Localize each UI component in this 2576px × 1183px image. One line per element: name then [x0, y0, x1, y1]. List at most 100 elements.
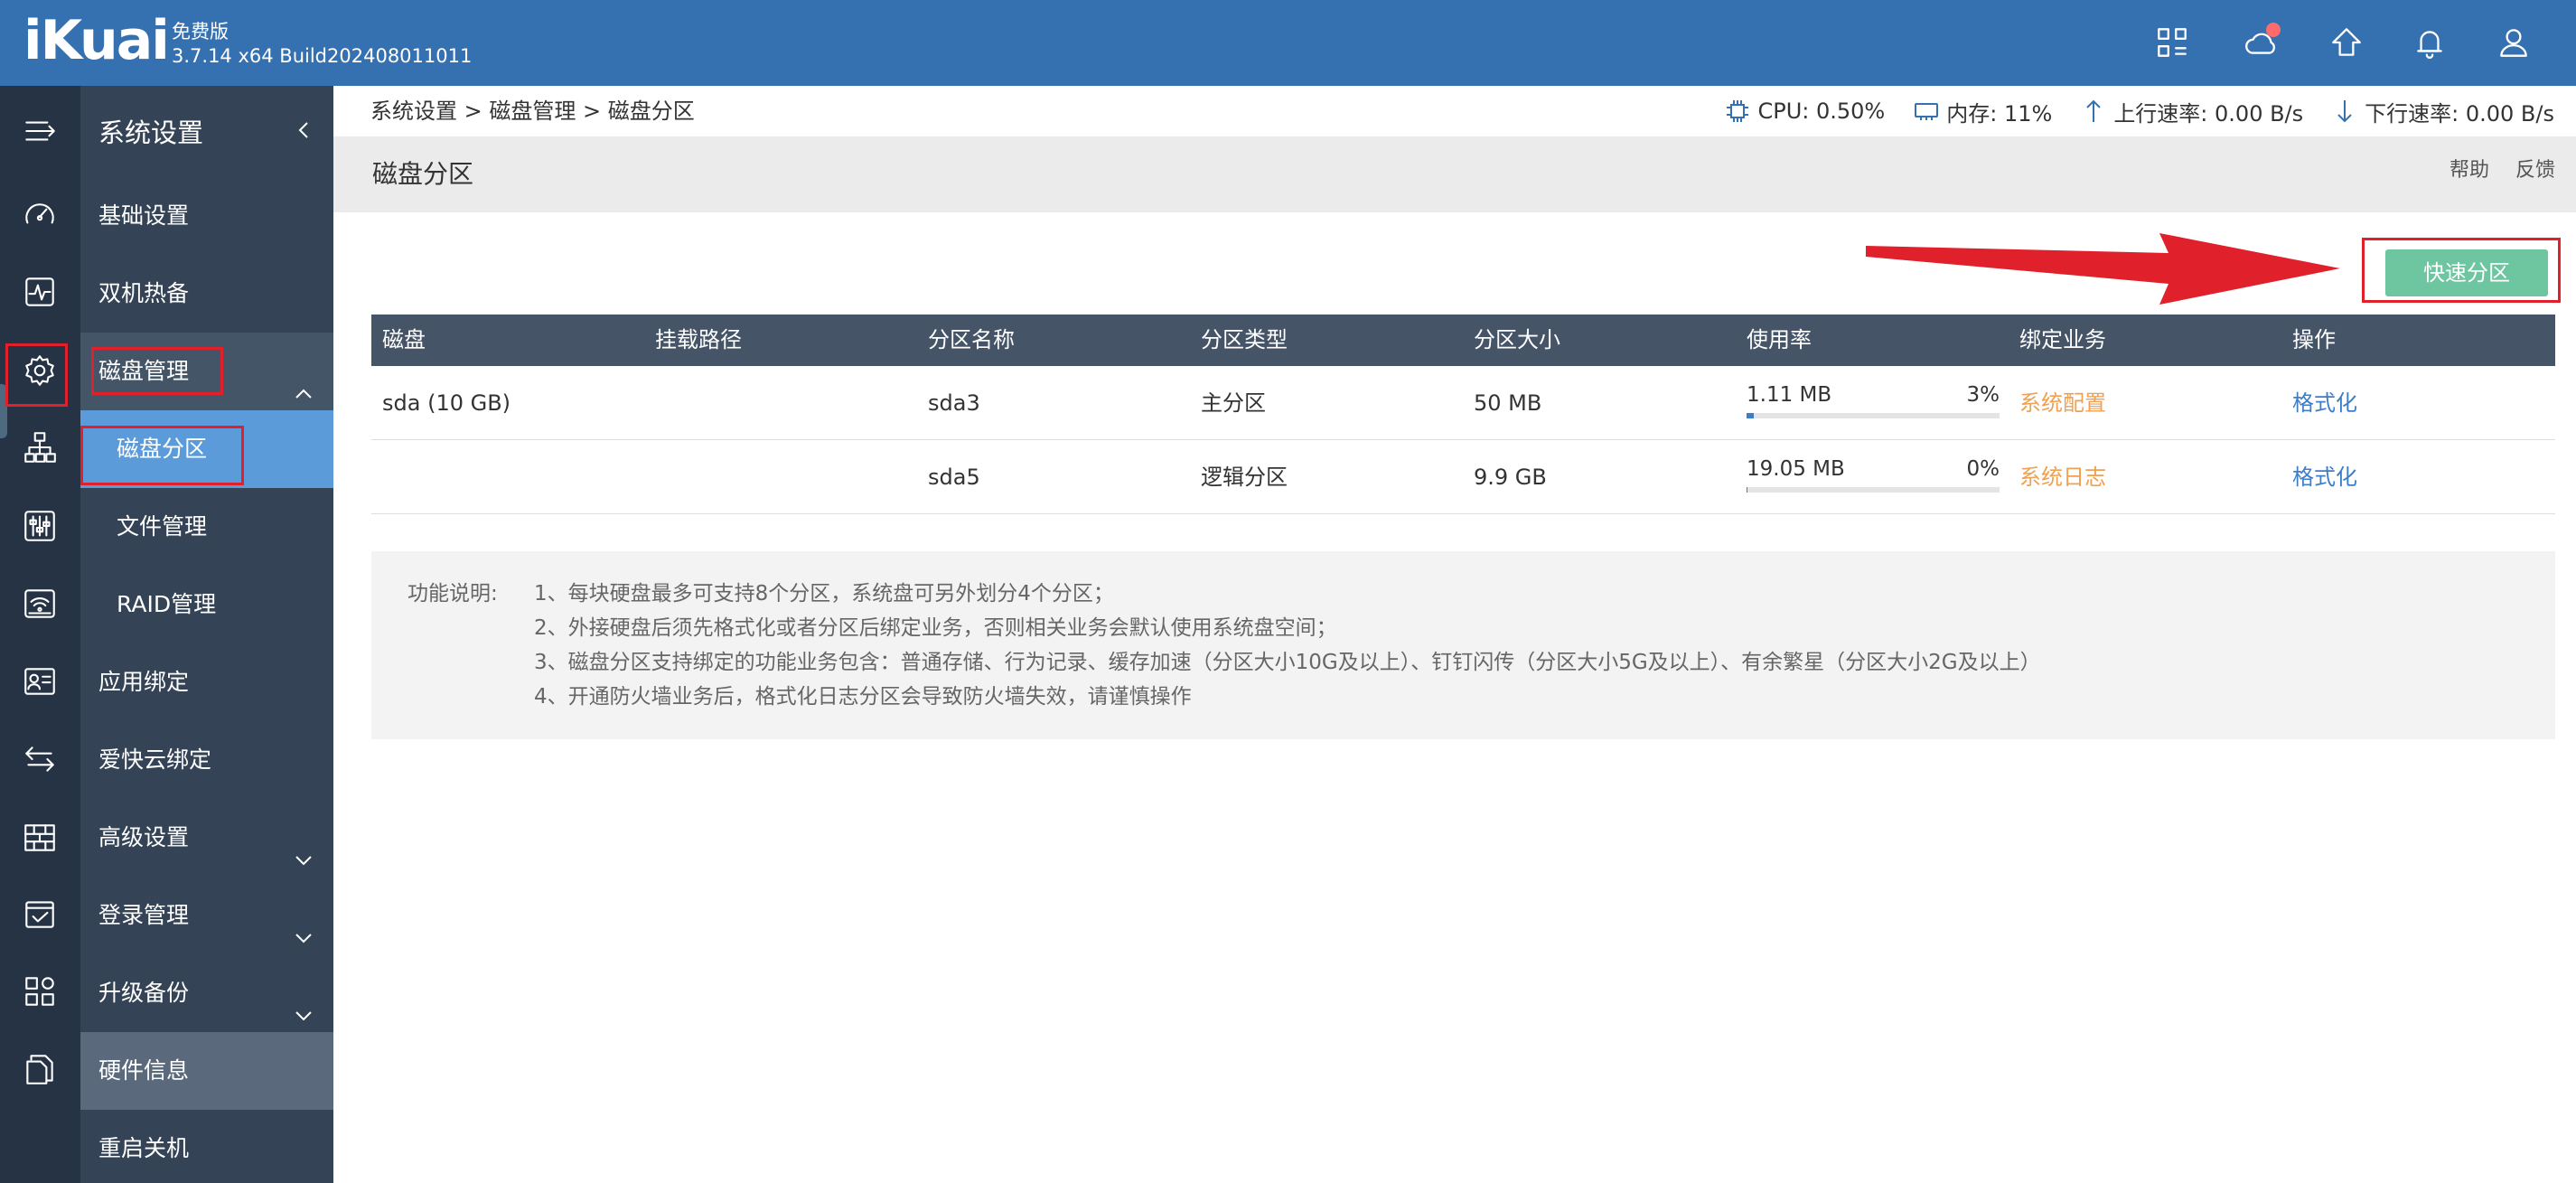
arrow-down-icon — [2337, 100, 2352, 123]
col-mount-path: 挂载路径 — [655, 327, 742, 352]
usage-used: 1.11 MB — [1747, 383, 1832, 407]
menu-item-app-binding[interactable]: 应用绑定 — [80, 643, 333, 721]
highlight-disk-partition — [80, 426, 244, 485]
firewall-icon[interactable] — [11, 809, 69, 867]
col-usage: 使用率 — [1747, 327, 1812, 352]
notes-list: 1、每块硬盘最多可支持8个分区，系统盘可另外划分4个分区； 2、外接硬盘后须先格… — [534, 577, 2041, 714]
arrow-up-icon — [2086, 99, 2102, 122]
submenu-title: 系统设置 — [98, 117, 204, 148]
page-title: 磁盘分区 — [372, 159, 474, 189]
chevron-down-icon — [292, 904, 315, 944]
menu-item-dual-hot-standby[interactable]: 双机热备 — [80, 255, 333, 333]
menu-item-file-management[interactable]: 文件管理 — [80, 488, 333, 566]
nav-rail — [0, 86, 80, 1183]
col-disk: 磁盘 — [382, 327, 426, 352]
menu-item-ikuai-cloud-binding[interactable]: 爱快云绑定 — [80, 721, 333, 799]
cloud-alert-dot — [2266, 23, 2281, 37]
notes-label: 功能说明: — [407, 582, 498, 606]
usage-percent: 3% — [1966, 383, 2000, 407]
cell-business-link[interactable]: 系统配置 — [2019, 366, 2106, 440]
user-icon[interactable] — [2491, 20, 2536, 65]
menu-item-basic-settings[interactable]: 基础设置 — [80, 177, 333, 255]
usage-used: 19.05 MB — [1747, 457, 1845, 481]
note-line: 3、磁盘分区支持绑定的功能业务包含：普通存储、行为记录、缓存加速（分区大小10G… — [534, 651, 2041, 674]
format-link[interactable]: 格式化 — [2292, 440, 2357, 514]
col-partition-size: 分区大小 — [1474, 327, 1560, 352]
system-stats: CPU: 0.50% 内存: 11% 上行速率: 0.00 B/s 下行速率: … — [1696, 86, 2554, 136]
col-business: 绑定业务 — [2019, 327, 2106, 352]
download-value: 下行速率: 0.00 B/s — [2365, 100, 2554, 127]
usage-meter: 19.05 MB 0% — [1747, 456, 2000, 493]
page-header: 磁盘分区 帮助 反馈 — [333, 136, 2576, 212]
usage-bar-fill — [1747, 413, 1755, 418]
format-link[interactable]: 格式化 — [2292, 366, 2357, 440]
monitor-pulse-icon[interactable] — [11, 263, 69, 321]
chevron-down-icon — [292, 981, 315, 1021]
menu-item-login-management[interactable]: 登录管理 — [80, 877, 333, 954]
usage-bar — [1747, 487, 2000, 493]
note-line: 2、外接硬盘后须先格式化或者分区后绑定业务，否则相关业务会默认使用系统盘空间； — [534, 616, 1337, 640]
help-link[interactable]: 帮助 — [2450, 136, 2489, 205]
edition-label: 免费版 — [172, 21, 229, 42]
table-row: sda (10 GB) sda3 主分区 50 MB 1.11 MB 3% 系统… — [371, 366, 2555, 440]
upload-stat: 上行速率: 0.00 B/s — [2079, 96, 2303, 127]
cell-partition-size: 9.9 GB — [1474, 465, 1547, 490]
col-partition-name: 分区名称 — [928, 327, 1015, 352]
cell-partition-type: 逻辑分区 — [1201, 465, 1288, 490]
apps-grid-icon[interactable] — [2150, 20, 2195, 65]
usage-meter: 1.11 MB 3% — [1747, 382, 2000, 418]
note-line: 1、每块硬盘最多可支持8个分区，系统盘可另外划分4个分区； — [534, 582, 1114, 606]
table-row: sda5 逻辑分区 9.9 GB 19.05 MB 0% 系统日志 格式化 — [371, 440, 2555, 514]
top-header: iKuai 免费版 3.7.14 x64 Build202408011011 — [0, 0, 2576, 86]
cell-disk: sda (10 GB) — [382, 390, 511, 416]
home-arrow-icon[interactable] — [2324, 20, 2369, 65]
menu-item-reboot-shutdown[interactable]: 重启关机 — [80, 1110, 333, 1183]
memory-icon — [1915, 103, 1939, 120]
menu-item-upgrade-backup[interactable]: 升级备份 — [80, 954, 333, 1032]
dashboard-gauge-icon[interactable] — [11, 186, 69, 244]
download-stat: 下行速率: 0.00 B/s — [2330, 96, 2554, 127]
network-topology-icon[interactable] — [11, 418, 69, 476]
ikuai-logo[interactable]: iKuai — [23, 9, 170, 72]
chevron-down-icon — [292, 826, 315, 866]
task-check-icon[interactable] — [11, 885, 69, 943]
table-header: 磁盘 挂载路径 分区名称 分区类型 分区大小 使用率 绑定业务 操作 — [371, 315, 2555, 366]
upload-value: 上行速率: 0.00 B/s — [2113, 100, 2304, 127]
cpu-chip-icon — [1727, 100, 1749, 122]
transfer-arrows-icon[interactable] — [11, 730, 69, 788]
cell-partition-name: sda5 — [928, 465, 980, 490]
menu-item-raid-management[interactable]: RAID管理 — [80, 566, 333, 643]
menu-item-hardware-info[interactable]: 硬件信息 — [80, 1032, 333, 1110]
sliders-icon[interactable] — [11, 497, 69, 555]
memory-value: 内存: 11% — [1946, 100, 2053, 127]
note-line: 4、开通防火墙业务后，格式化日志分区会导致防火墙失效，请谨慎操作 — [534, 685, 1192, 709]
highlight-disk-management — [91, 347, 223, 395]
col-action: 操作 — [2292, 327, 2336, 352]
version-label: 3.7.14 x64 Build202408011011 — [172, 45, 473, 67]
col-partition-type: 分区类型 — [1201, 327, 1288, 352]
partition-table: 磁盘 挂载路径 分区名称 分区类型 分区大小 使用率 绑定业务 操作 sda (… — [371, 315, 2555, 514]
cell-business-link[interactable]: 系统日志 — [2019, 440, 2106, 514]
settings-submenu: 系统设置 基础设置 双机热备 磁盘管理 磁盘分区 文件管理 RAID管理 应用绑… — [80, 86, 333, 1183]
bell-icon[interactable] — [2407, 20, 2452, 65]
collapse-left-icon[interactable] — [290, 117, 317, 144]
highlight-settings-icon — [5, 343, 68, 407]
documents-icon[interactable] — [11, 1040, 69, 1098]
memory-stat: 内存: 11% — [1912, 96, 2052, 127]
quick-partition-button[interactable]: 快速分区 — [2385, 249, 2548, 296]
usage-bar — [1747, 413, 2000, 418]
cell-partition-size: 50 MB — [1474, 390, 1542, 416]
feature-notes: 功能说明: 1、每块硬盘最多可支持8个分区，系统盘可另外划分4个分区； 2、外接… — [371, 551, 2555, 739]
chevron-up-icon — [292, 360, 315, 399]
apps-tiles-icon[interactable] — [11, 962, 69, 1020]
cell-partition-type: 主分区 — [1201, 390, 1266, 416]
cpu-value: CPU: 0.50% — [1757, 99, 1886, 124]
menu-item-advanced-settings[interactable]: 高级设置 — [80, 799, 333, 877]
wireless-router-icon[interactable] — [11, 575, 69, 633]
breadcrumb: 系统设置 > 磁盘管理 > 磁盘分区 — [370, 99, 695, 124]
feedback-link[interactable]: 反馈 — [2515, 136, 2555, 205]
user-card-icon[interactable] — [11, 653, 69, 710]
annotation-arrow — [1866, 233, 2340, 305]
menu-toggle-icon[interactable] — [11, 102, 69, 160]
version-info: 免费版 3.7.14 x64 Build202408011011 — [172, 20, 472, 69]
